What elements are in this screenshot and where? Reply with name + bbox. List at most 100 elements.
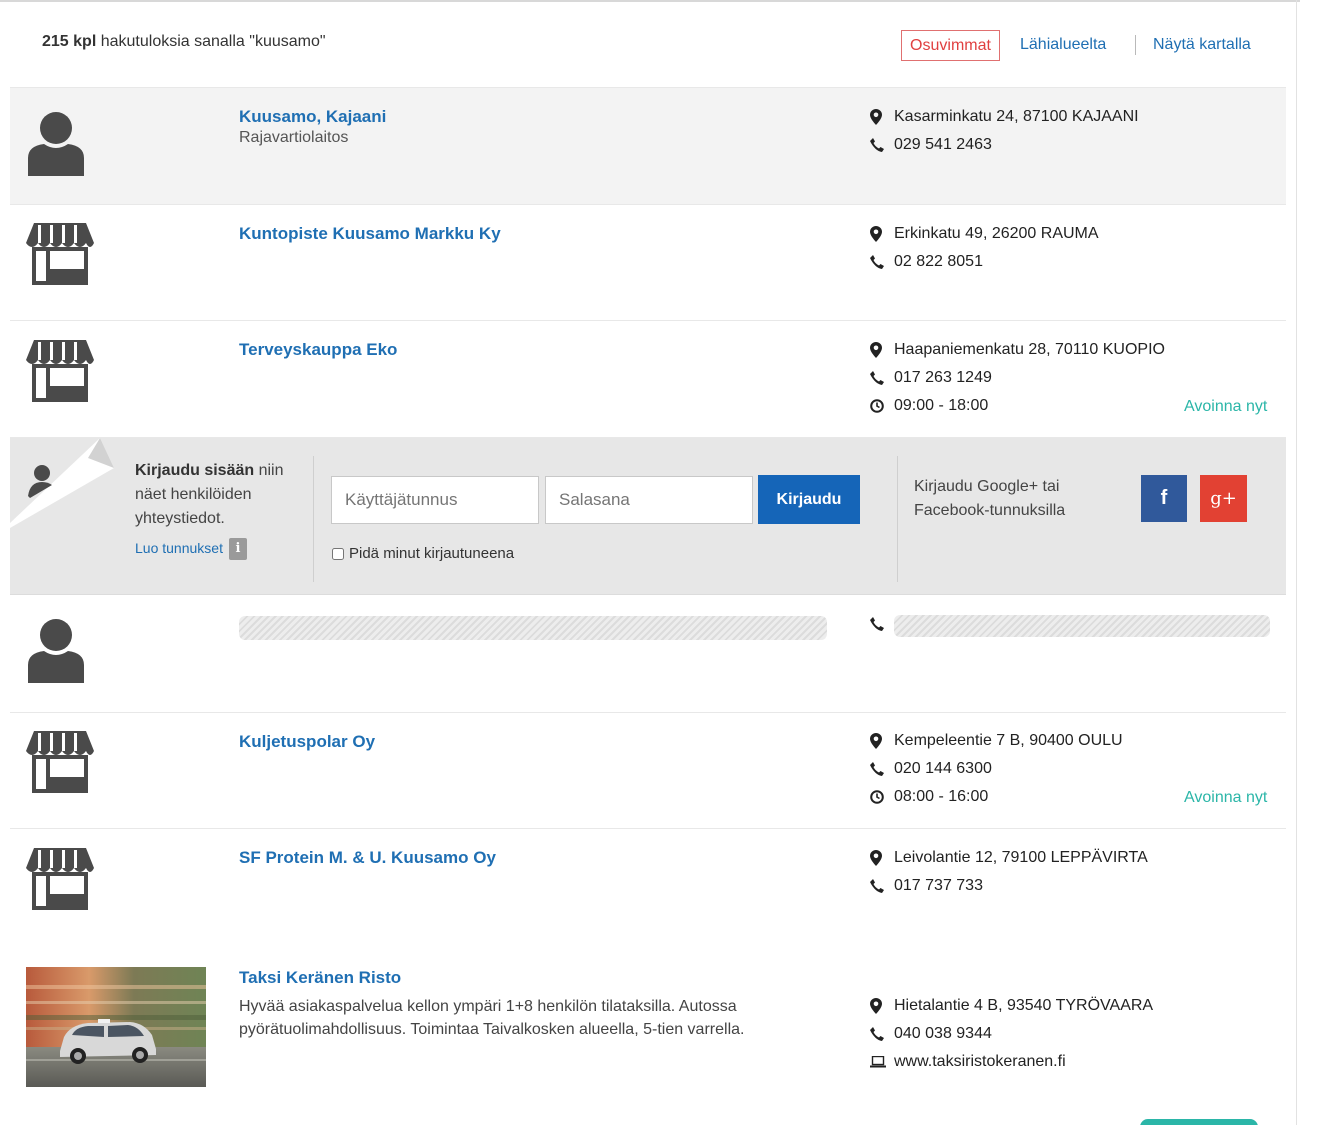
show-map-link[interactable]: Näytä kartalla xyxy=(1153,36,1251,54)
result-name-link[interactable]: Taksi Keränen Risto xyxy=(239,968,401,988)
facebook-icon: f xyxy=(1160,487,1168,509)
social-login-text: Kirjaudu Google+ tai Facebook-tunnuksill… xyxy=(914,478,1066,519)
login-prompt: Kirjaudu sisään niin näet henkilöiden yh… xyxy=(135,459,305,531)
result-phone[interactable]: 040 038 9344 xyxy=(870,1024,992,1044)
remember-me-label: Pidä minut kirjautuneena xyxy=(349,545,515,562)
login-divider xyxy=(897,456,898,582)
result-address: Haapaniemenkatu 28, 70110 KUOPIO xyxy=(870,340,1165,360)
result-row: Terveyskauppa Eko Haapaniemenkatu 28, 70… xyxy=(10,321,1286,438)
result-row: SF Protein M. & U. Kuusamo Oy Leivolanti… xyxy=(10,829,1286,947)
result-phone[interactable]: 020 144 6300 xyxy=(870,759,992,779)
facebook-login-button[interactable]: f xyxy=(1141,475,1187,522)
map-pin-icon xyxy=(870,226,894,242)
address-text: Hietalantie 4 B, 93540 TYRÖVAARA xyxy=(894,997,1154,1014)
google-plus-icon: g+ xyxy=(1210,488,1237,509)
shop-icon xyxy=(26,848,94,910)
result-description: Hyvää asiakaspalvelua kellon ympäri 1+8 … xyxy=(239,998,745,1038)
phone-text[interactable]: 040 038 9344 xyxy=(894,1025,992,1043)
info-icon[interactable]: i xyxy=(229,538,247,560)
result-name-link[interactable]: Kuntopiste Kuusamo Markku Ky xyxy=(239,224,501,244)
map-pin-icon xyxy=(870,342,894,358)
shop-icon xyxy=(26,340,94,402)
result-hours: 09:00 - 18:00 xyxy=(870,396,988,416)
username-input[interactable] xyxy=(331,476,539,524)
result-subtitle: Rajavartiolaitos xyxy=(239,129,349,146)
result-row: Kuljetuspolar Oy Kempeleentie 7 B, 90400… xyxy=(10,713,1286,829)
open-now-status: Avoinna nyt xyxy=(1184,789,1268,806)
result-phone[interactable]: 029 541 2463 xyxy=(870,135,992,155)
map-pin-icon xyxy=(870,109,894,125)
phone-text[interactable]: 02 822 8051 xyxy=(894,253,983,271)
website-link[interactable]: www.taksiristokeranen.fi xyxy=(894,1053,1066,1071)
phone-icon xyxy=(870,255,894,269)
taxi-photo[interactable] xyxy=(26,967,206,1087)
result-row: Kuusamo, Kajaani Rajavartiolaitos Kasarm… xyxy=(10,88,1286,205)
result-name-link[interactable]: Kuusamo, Kajaani xyxy=(239,107,386,127)
result-hours: 08:00 - 16:00 xyxy=(870,787,988,807)
result-address: Leivolantie 12, 79100 LEPPÄVIRTA xyxy=(870,848,1148,868)
hours-text: 09:00 - 18:00 xyxy=(894,397,989,414)
sort-nearby-link[interactable]: Lähialueelta xyxy=(1020,36,1106,54)
create-account-link[interactable]: Luo tunnukset xyxy=(135,540,223,556)
login-prompt-bold: Kirjaudu sisään xyxy=(135,462,255,479)
result-phone[interactable]: 02 822 8051 xyxy=(870,252,983,272)
login-divider xyxy=(313,456,314,582)
result-address: Kasarminkatu 24, 87100 KAJAANI xyxy=(870,107,1139,127)
clock-icon xyxy=(870,399,894,413)
phone-text[interactable]: 017 737 733 xyxy=(894,877,983,895)
taxi-car-image xyxy=(26,967,206,1087)
password-input[interactable] xyxy=(545,476,753,524)
page-curl-person-icon xyxy=(10,438,114,528)
result-count: 215 kpl hakutuloksia sanalla "kuusamo" xyxy=(42,33,326,51)
map-pin-icon xyxy=(870,998,894,1014)
sort-relevant-button[interactable]: Osuvimmat xyxy=(901,30,1000,61)
result-website[interactable]: www.taksiristokeranen.fi xyxy=(870,1052,1066,1072)
phone-icon xyxy=(870,617,894,631)
hidden-name-placeholder xyxy=(239,616,827,640)
phone-icon xyxy=(870,1027,894,1041)
phone-text[interactable]: 020 144 6300 xyxy=(894,760,992,778)
result-address: Hietalantie 4 B, 93540 TYRÖVAARA xyxy=(870,996,1153,1016)
remember-me-checkbox[interactable] xyxy=(332,547,344,560)
result-phone[interactable]: 017 263 1249 xyxy=(870,368,992,388)
address-text: Leivolantie 12, 79100 LEPPÄVIRTA xyxy=(894,849,1148,866)
shop-icon xyxy=(26,731,94,793)
phone-icon xyxy=(870,371,894,385)
phone-icon xyxy=(870,879,894,893)
result-name-link[interactable]: Kuljetuspolar Oy xyxy=(239,732,375,752)
shop-icon xyxy=(26,223,94,285)
phone-icon xyxy=(870,762,894,776)
address-text: Erkinkatu 49, 26200 RAUMA xyxy=(894,225,1099,242)
address-text: Kempeleentie 7 B, 90400 OULU xyxy=(894,732,1123,749)
result-count-query: hakutuloksia sanalla "kuusamo" xyxy=(100,33,326,50)
phone-icon xyxy=(870,138,894,152)
address-text: Kasarminkatu 24, 87100 KAJAANI xyxy=(894,108,1139,125)
address-text: Haapaniemenkatu 28, 70110 KUOPIO xyxy=(894,341,1165,358)
hidden-phone-placeholder xyxy=(894,615,1270,637)
phone-text[interactable]: 017 263 1249 xyxy=(894,369,992,387)
login-button[interactable]: Kirjaudu xyxy=(758,475,860,524)
login-panel: Kirjaudu sisään niin näet henkilöiden yh… xyxy=(10,438,1286,595)
laptop-icon xyxy=(870,1056,894,1068)
person-icon xyxy=(28,619,84,683)
google-login-button[interactable]: g+ xyxy=(1200,475,1247,522)
right-border xyxy=(1296,0,1297,1125)
clock-icon xyxy=(870,790,894,804)
result-phone[interactable]: 017 737 733 xyxy=(870,876,983,896)
result-name-link[interactable]: SF Protein M. & U. Kuusamo Oy xyxy=(239,848,496,868)
scroll-to-top-button[interactable] xyxy=(1140,1119,1258,1125)
result-count-number: 215 kpl xyxy=(42,33,97,50)
person-icon xyxy=(28,112,84,176)
open-now-status: Avoinna nyt xyxy=(1184,398,1268,415)
result-name-link[interactable]: Terveyskauppa Eko xyxy=(239,340,397,360)
phone-text[interactable]: 029 541 2463 xyxy=(894,136,992,154)
header-separator xyxy=(1135,35,1136,55)
hours-text: 08:00 - 16:00 xyxy=(894,788,989,805)
result-address: Kempeleentie 7 B, 90400 OULU xyxy=(870,731,1123,751)
map-pin-icon xyxy=(870,850,894,866)
result-address: Erkinkatu 49, 26200 RAUMA xyxy=(870,224,1099,244)
map-pin-icon xyxy=(870,733,894,749)
remember-me[interactable]: Pidä minut kirjautuneena xyxy=(332,545,514,562)
result-row: Kuntopiste Kuusamo Markku Ky Erkinkatu 4… xyxy=(10,205,1286,321)
result-row-hidden xyxy=(10,595,1286,713)
